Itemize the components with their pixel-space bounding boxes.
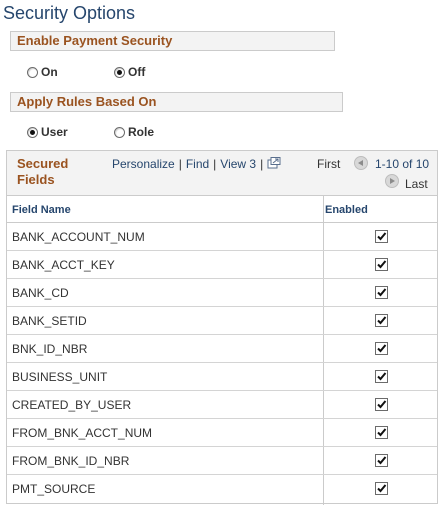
field-name-cell: BANK_SETID [12,314,87,328]
grid-toolbar: Personalize | Find | View 3 | [112,157,281,172]
table-row: FROM_BNK_ACCT_NUM [7,419,437,447]
table-row: BANK_ACCT_KEY [7,251,437,279]
find-link[interactable]: Find [186,157,209,171]
grid-title: Secured Fields [17,156,69,187]
field-name-cell: PMT_SOURCE [12,482,96,496]
enabled-checkbox[interactable] [375,258,388,271]
grid-header-bar: Secured Fields Personalize | Find | View 3 | … [7,151,437,195]
apply-rules-role-label: Role [128,125,155,139]
enabled-checkbox[interactable] [375,454,388,467]
payment-security-off-label: Off [128,65,146,79]
page-title: Security Options [3,3,136,23]
payment-security-on-option[interactable]: On [27,65,58,79]
apply-rules-user-label: User [41,125,68,139]
table-row: CREATED_BY_USER [7,391,437,419]
secured-fields-grid: Secured Fields Personalize | Find | View 3 | … [6,150,438,505]
toolbar-separator: | [178,157,182,171]
column-header-enabled[interactable]: Enabled [325,204,368,216]
table-row: BANK_CD [7,279,437,307]
field-name-cell: BUSINESS_UNIT [12,370,108,384]
apply-rules-user-option[interactable]: User [27,125,68,139]
row-range-label: 1-10 of 10 [375,157,430,171]
enabled-checkbox[interactable] [375,482,388,495]
table-row: BNK_ID_NBR [7,335,437,363]
last-label[interactable]: Last [405,177,428,191]
toolbar-separator: | [260,157,264,171]
enabled-checkbox[interactable] [375,286,388,299]
first-label[interactable]: First [317,157,340,171]
enabled-checkbox[interactable] [375,314,388,327]
enabled-checkbox[interactable] [375,398,388,411]
enabled-checkbox[interactable] [375,370,388,383]
enabled-checkbox[interactable] [375,426,388,439]
payment-security-on-label: On [41,65,58,79]
apply-rules-role-option[interactable]: Role [114,125,154,139]
previous-page-icon[interactable] [354,156,368,170]
payment-security-off-option[interactable]: Off [114,65,145,79]
apply-rules-header: Apply Rules Based On [10,92,343,112]
column-header-field-name[interactable]: Field Name [12,204,71,216]
field-name-cell: FROM_BNK_ACCT_NUM [12,426,153,440]
next-page-icon[interactable] [385,174,399,188]
field-name-cell: BANK_CD [12,286,69,300]
enabled-checkbox[interactable] [375,230,388,243]
table-row: BANK_ACCOUNT_NUM [7,223,437,251]
column-header-row: Field Name Enabled [7,195,437,223]
field-name-cell: BANK_ACCT_KEY [12,258,115,272]
field-name-cell: FROM_BNK_ID_NBR [12,454,130,468]
table-row: FROM_BNK_ID_NBR [7,447,437,475]
table-row: BANK_SETID [7,307,437,335]
new-window-icon[interactable] [267,157,281,172]
payment-security-header: Enable Payment Security [10,31,335,51]
field-name-cell: BNK_ID_NBR [12,342,88,356]
field-name-cell: BANK_ACCOUNT_NUM [12,230,145,244]
field-name-cell: CREATED_BY_USER [12,398,132,412]
payment-security-off-radio[interactable] [114,66,125,78]
payment-security-on-radio[interactable] [27,66,38,78]
table-row: BUSINESS_UNIT [7,363,437,391]
enabled-checkbox[interactable] [375,342,388,355]
apply-rules-role-radio[interactable] [114,126,125,138]
personalize-link[interactable]: Personalize [112,157,175,171]
apply-rules-user-radio[interactable] [27,126,38,138]
toolbar-separator: | [213,157,217,171]
table-row: PMT_SOURCE [7,475,437,503]
view-all-link[interactable]: View 3 [220,157,256,171]
